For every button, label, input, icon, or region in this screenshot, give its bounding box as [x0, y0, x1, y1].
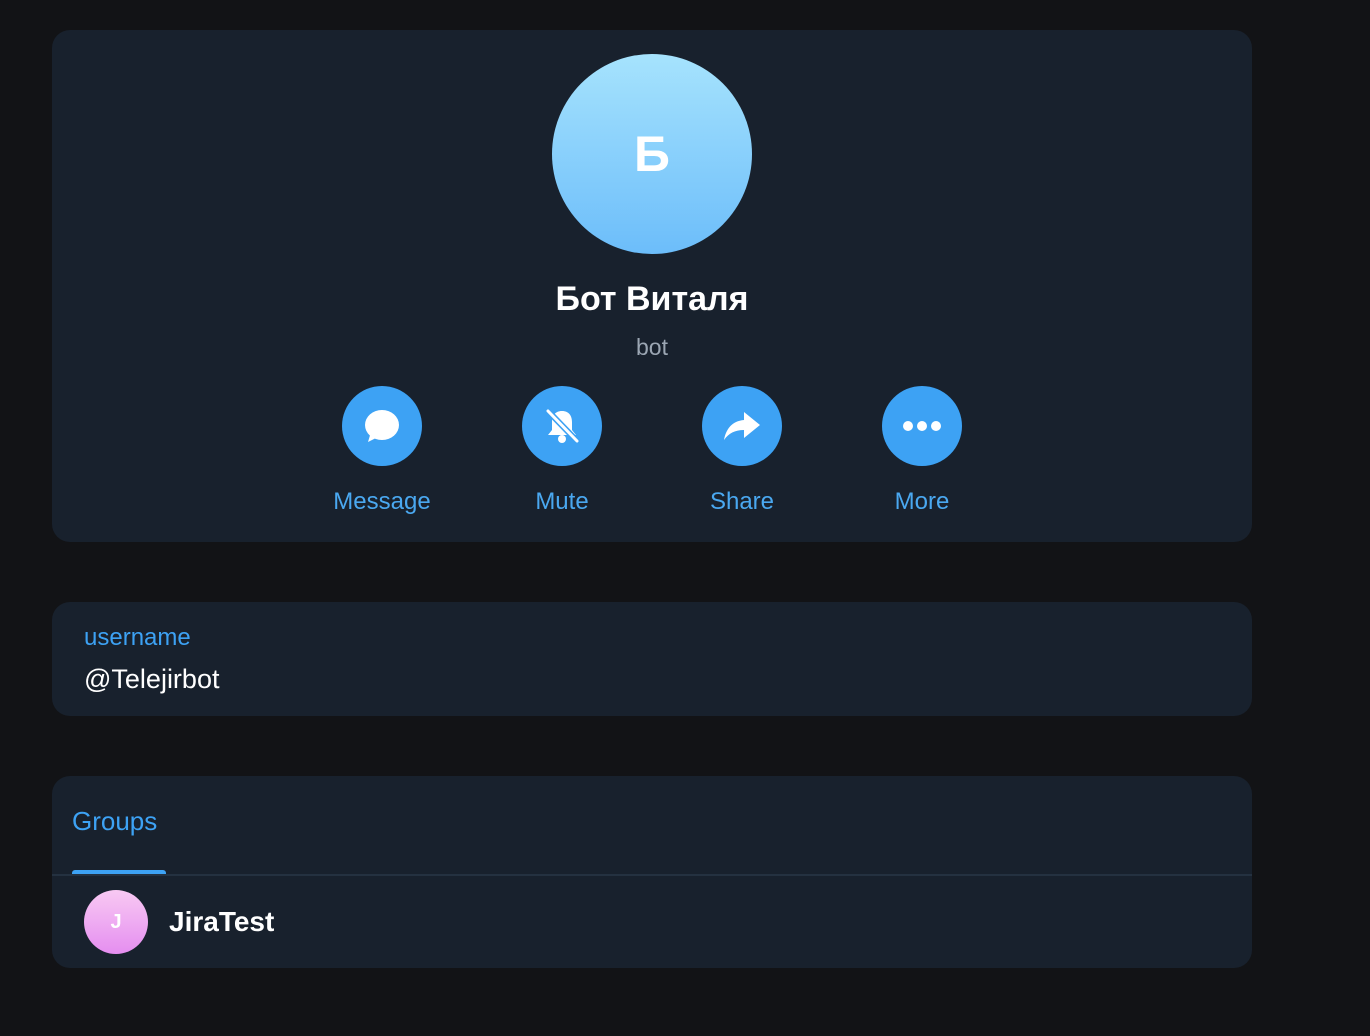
- message-label: Message: [333, 488, 431, 515]
- mute-label: Mute: [535, 488, 589, 515]
- more-dots-icon: [882, 386, 962, 466]
- username-value: @Telejirbot: [84, 664, 220, 694]
- mute-button[interactable]: Mute: [482, 386, 642, 526]
- username-card[interactable]: username @Telejirbot: [52, 602, 1252, 716]
- more-label: More: [894, 488, 950, 515]
- message-button[interactable]: Message: [302, 386, 462, 526]
- share-button[interactable]: Share: [662, 386, 822, 526]
- more-button[interactable]: More: [842, 386, 1002, 526]
- group-name: JiraTest: [169, 906, 275, 937]
- tab-groups[interactable]: Groups: [72, 806, 157, 837]
- bell-off-icon: [522, 386, 602, 466]
- profile-avatar[interactable]: Б: [552, 54, 752, 254]
- share-arrow-icon: [702, 386, 782, 466]
- groups-card: Groups J JiraTest: [52, 776, 1252, 968]
- avatar-letter: Б: [634, 126, 670, 182]
- chat-bubble-icon: [342, 386, 422, 466]
- username-label: username: [84, 624, 191, 651]
- profile-name: Бот Виталя: [555, 280, 749, 318]
- group-list-item[interactable]: J JiraTest: [52, 876, 1252, 968]
- profile-subtitle: bot: [636, 334, 668, 360]
- profile-card: Б Бот Виталя bot Message Mute Share More: [52, 30, 1252, 542]
- group-avatar: J: [84, 890, 148, 954]
- group-avatar-letter: J: [110, 910, 122, 933]
- share-label: Share: [709, 488, 775, 515]
